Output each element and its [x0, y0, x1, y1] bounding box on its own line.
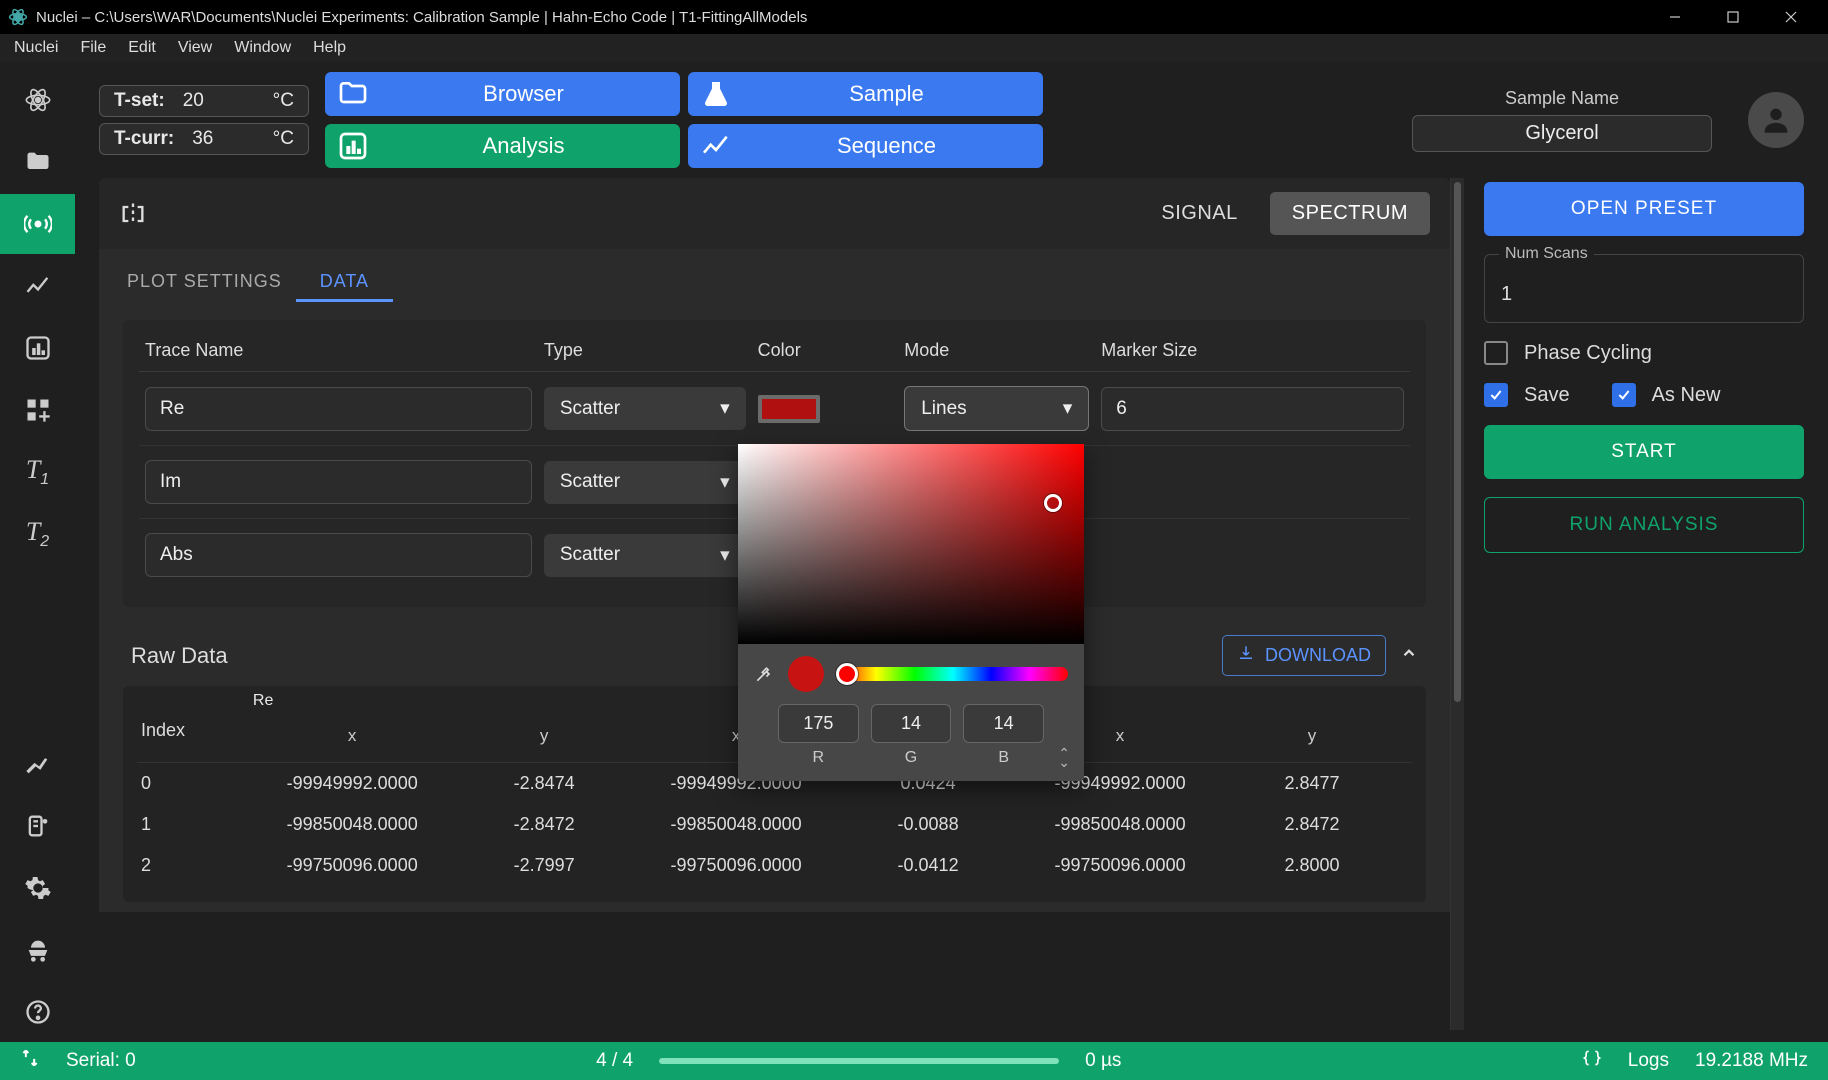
temp-set-value[interactable]: 20	[183, 90, 204, 112]
sidebar-signal-icon[interactable]	[0, 194, 75, 254]
sidebar-line-chart-icon[interactable]	[0, 256, 75, 316]
run-analysis-button[interactable]: RUN ANALYSIS	[1484, 497, 1804, 553]
status-freq: 19.2188 MHz	[1695, 1050, 1808, 1072]
download-icon	[1237, 644, 1255, 667]
caret-down-icon: ▾	[720, 397, 730, 420]
as-new-checkbox[interactable]	[1612, 383, 1636, 407]
temp-curr-value: 36	[192, 128, 213, 150]
color-r-input[interactable]: 175	[778, 704, 859, 743]
right-panel: OPEN PRESET Num Scans 1 Phase Cycling Sa…	[1484, 178, 1804, 1030]
sidebar-stroller-icon[interactable]	[0, 920, 75, 980]
menu-window[interactable]: Window	[224, 37, 301, 59]
table-row: 2-99750096.0000-2.7997-99750096.0000-0.0…	[137, 845, 1412, 886]
sidebar-folder-icon[interactable]	[0, 132, 75, 192]
window-close[interactable]	[1762, 0, 1820, 34]
menu-nuclei[interactable]: Nuclei	[4, 37, 68, 59]
open-preset-button[interactable]: OPEN PRESET	[1484, 182, 1804, 236]
phase-cycling-checkbox[interactable]	[1484, 341, 1508, 365]
mirror-icon[interactable]	[119, 200, 147, 228]
subtab-data[interactable]: DATA	[316, 263, 373, 300]
tile-analysis[interactable]: Analysis	[325, 124, 680, 168]
sidebar-gear-icon[interactable]	[0, 858, 75, 918]
sample-name-input[interactable]: Glycerol	[1412, 115, 1712, 152]
color-b-input[interactable]: 14	[963, 704, 1044, 743]
sidebar-grid-add-icon[interactable]	[0, 380, 75, 440]
download-button[interactable]: DOWNLOAD	[1222, 635, 1386, 676]
menubar: Nuclei File Edit View Window Help	[0, 34, 1828, 62]
saturation-area[interactable]	[738, 444, 1084, 644]
current-color-swatch	[788, 656, 824, 692]
folder-icon	[337, 78, 369, 110]
eyedropper-icon[interactable]	[754, 664, 774, 684]
scrollbar[interactable]	[1450, 178, 1464, 1030]
sidebar-bar-chart-icon[interactable]	[0, 318, 75, 378]
status-count: 4 / 4	[596, 1050, 633, 1072]
progress-bar	[659, 1058, 1059, 1064]
table-row: 1-99850048.0000-2.8472-99850048.0000-0.0…	[137, 804, 1412, 845]
menu-view[interactable]: View	[168, 37, 222, 59]
sample-name-label: Sample Name	[1505, 88, 1619, 109]
line-chart-icon	[700, 130, 732, 162]
hue-cursor[interactable]	[836, 663, 858, 685]
caret-down-icon: ▾	[1063, 397, 1073, 420]
subtab-plot-settings[interactable]: PLOT SETTINGS	[123, 263, 286, 300]
tile-sample[interactable]: Sample	[688, 72, 1043, 116]
trace-name-input[interactable]: Abs	[145, 533, 532, 577]
menu-help[interactable]: Help	[303, 37, 356, 59]
trace-name-input[interactable]: Im	[145, 460, 532, 504]
chevron-up-icon[interactable]	[1400, 644, 1418, 667]
status-serial: Serial: 0	[66, 1050, 136, 1072]
trace-name-input[interactable]: Re	[145, 387, 532, 431]
statusbar: Serial: 0 4 / 4 0 µs Logs 19.2188 MHz	[0, 1042, 1828, 1080]
sidebar-t1[interactable]: T1	[0, 442, 75, 502]
sub-tabs: PLOT SETTINGS DATA	[99, 249, 1450, 300]
avatar[interactable]	[1748, 92, 1804, 148]
sidebar-help-icon[interactable]	[0, 982, 75, 1042]
bar-chart-icon	[337, 130, 369, 162]
temp-curr-box: T-curr: 36 °C	[99, 123, 309, 155]
sidebar-atom-icon[interactable]	[0, 70, 75, 130]
sidebar-dig-icon[interactable]	[0, 734, 75, 794]
sync-icon[interactable]	[20, 1048, 40, 1074]
titlebar: Nuclei – C:\Users\WAR\Documents\Nuclei E…	[0, 0, 1828, 34]
trace-type-select[interactable]: Scatter▾	[544, 534, 746, 577]
status-logs[interactable]: Logs	[1628, 1050, 1669, 1072]
tile-sequence[interactable]: Sequence	[688, 124, 1043, 168]
trace-type-select[interactable]: Scatter▾	[544, 387, 746, 430]
app-icon	[8, 7, 28, 27]
save-checkbox[interactable]	[1484, 383, 1508, 407]
sidebar-device-icon[interactable]	[0, 796, 75, 856]
trace-type-select[interactable]: Scatter▾	[544, 461, 746, 504]
color-g-input[interactable]: 14	[871, 704, 952, 743]
trace-size-input[interactable]: 6	[1101, 387, 1404, 431]
color-picker: 175 14 14 R G B ⌃⌄	[738, 444, 1084, 781]
trace-row: Re Scatter▾ Lines▾ 6	[139, 372, 1410, 446]
temp-set-box: T-set: 20 °C	[99, 85, 309, 117]
tab-signal[interactable]: SIGNAL	[1139, 192, 1259, 235]
caret-down-icon: ▾	[720, 544, 730, 567]
tile-browser[interactable]: Browser	[325, 72, 680, 116]
panel-header: SIGNAL SPECTRUM	[99, 178, 1450, 249]
raw-data-title: Raw Data	[131, 643, 228, 669]
num-scans-field[interactable]: Num Scans 1	[1484, 254, 1804, 323]
start-button[interactable]: START	[1484, 425, 1804, 479]
trace-mode-select[interactable]: Lines▾	[904, 386, 1089, 431]
sidebar-t2[interactable]: T2	[0, 504, 75, 564]
saturation-cursor[interactable]	[1044, 494, 1062, 512]
braces-icon[interactable]	[1582, 1048, 1602, 1074]
hue-slider[interactable]	[838, 667, 1068, 681]
tab-spectrum[interactable]: SPECTRUM	[1270, 192, 1430, 235]
status-time: 0 µs	[1085, 1050, 1121, 1072]
window-maximize[interactable]	[1704, 0, 1762, 34]
trace-color-swatch[interactable]	[758, 395, 820, 423]
caret-down-icon: ▾	[720, 471, 730, 494]
menu-edit[interactable]: Edit	[118, 37, 166, 59]
format-chevron-icon[interactable]: ⌃⌄	[1058, 749, 1070, 767]
menu-file[interactable]: File	[70, 37, 116, 59]
window-minimize[interactable]	[1646, 0, 1704, 34]
window-title: Nuclei – C:\Users\WAR\Documents\Nuclei E…	[36, 9, 1646, 26]
flask-icon	[700, 78, 732, 110]
sidebar: T1 T2	[0, 62, 75, 1042]
